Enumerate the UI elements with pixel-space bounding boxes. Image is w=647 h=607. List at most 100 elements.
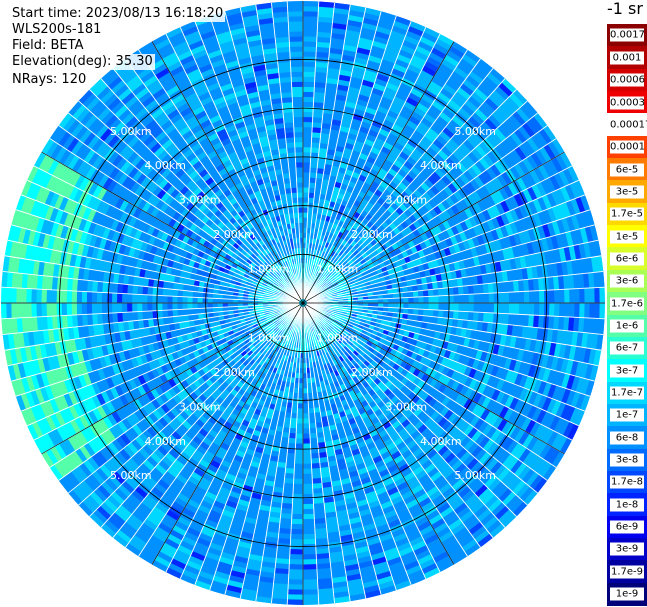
range-bin-cell xyxy=(302,413,310,420)
range-bin-cell xyxy=(579,302,586,319)
range-bin-cell xyxy=(302,66,316,73)
range-bin-cell xyxy=(549,289,555,304)
range-bin-cell xyxy=(433,295,440,304)
range-bin-cell xyxy=(308,192,315,199)
range-bin-cell xyxy=(488,292,495,304)
range-bin-cell xyxy=(302,403,309,409)
range-bin-cell xyxy=(437,287,445,297)
range-bin-cell xyxy=(293,473,304,480)
range-bin-cell xyxy=(289,422,297,429)
range-bin-cell xyxy=(432,288,439,297)
range-bin-cell xyxy=(569,288,576,304)
range-bin-cell xyxy=(598,318,605,335)
range-bin-cell xyxy=(309,161,319,169)
range-bin-cell xyxy=(544,302,550,317)
range-bin-cell xyxy=(309,427,317,434)
range-bin-cell xyxy=(302,156,311,163)
range-bin-cell xyxy=(297,403,304,409)
range-bin-cell xyxy=(498,302,505,314)
range-bin-cell xyxy=(302,453,312,460)
range-bin-cell xyxy=(302,523,316,530)
range-bin-cell xyxy=(438,295,445,304)
range-bin-cell xyxy=(544,289,550,304)
range-bin-cell xyxy=(318,598,335,605)
range-bin-cell xyxy=(423,302,430,310)
range-bin-cell xyxy=(457,285,465,296)
range-bin-cell xyxy=(302,181,310,188)
range-bin-cell xyxy=(308,412,316,419)
range-bin-cell xyxy=(302,549,317,555)
range-bin-cell xyxy=(302,186,310,193)
range-bin-cell xyxy=(302,86,315,93)
range-bin-cell xyxy=(302,388,309,394)
range-bin-cell xyxy=(294,453,304,460)
range-bin-cell xyxy=(296,408,304,414)
range-bin-cell xyxy=(302,121,313,128)
range-bin-cell xyxy=(302,493,314,500)
range-bin-cell xyxy=(290,538,304,545)
range-bin-cell xyxy=(287,437,297,445)
range-bin-cell xyxy=(423,296,430,304)
range-bin-cell xyxy=(291,513,304,520)
range-bin-cell xyxy=(412,290,419,298)
range-bin-cell xyxy=(302,126,313,133)
range-bin-cell xyxy=(302,559,317,565)
range-bin-cell xyxy=(302,202,309,208)
range-bin-cell xyxy=(302,554,317,560)
range-bin-cell xyxy=(518,302,525,315)
range-bin-cell xyxy=(398,297,404,304)
range-bin-cell xyxy=(302,408,310,414)
range-bin-cell xyxy=(302,569,318,576)
range-bin-cell xyxy=(533,290,540,304)
range-bin-cell xyxy=(292,483,304,490)
range-bin-cell xyxy=(302,35,318,42)
range-bin-cell xyxy=(302,56,317,62)
range-bin-cell xyxy=(302,51,317,57)
range-bin-cell xyxy=(287,594,304,601)
range-bin-cell xyxy=(432,309,439,318)
range-bin-cell xyxy=(493,292,500,304)
range-bin-cell xyxy=(457,310,465,321)
range-bin-cell xyxy=(311,136,321,144)
range-bin-cell xyxy=(478,293,485,304)
range-bin-cell xyxy=(398,302,404,309)
range-bin-cell xyxy=(418,302,425,310)
range-bin-cell xyxy=(287,589,304,596)
range-bin-cell xyxy=(302,71,316,78)
range-bin-cell xyxy=(310,156,319,164)
range-bin-cell xyxy=(503,291,510,304)
range-bin-cell xyxy=(302,116,314,123)
range-bin-cell xyxy=(292,488,304,495)
range-bin-cell xyxy=(302,564,318,571)
range-bin-cell xyxy=(508,302,515,315)
range-bin-cell xyxy=(483,292,490,304)
range-bin-cell xyxy=(309,432,318,439)
range-bin-cell xyxy=(443,302,450,311)
range-bin-cell xyxy=(589,302,596,319)
range-bin-cell xyxy=(302,5,319,12)
range-bin-cell xyxy=(584,287,591,304)
range-bin-cell xyxy=(599,302,605,320)
range-bin-cell xyxy=(388,302,394,309)
range-bin-cell xyxy=(523,302,530,316)
range-bin-cell xyxy=(302,488,314,495)
range-bin-cell xyxy=(302,533,316,540)
range-bin-cell xyxy=(413,296,420,304)
range-bin-cell xyxy=(302,398,309,404)
range-bin-cell xyxy=(291,518,304,525)
range-bin-cell xyxy=(289,549,304,555)
range-bin-cell xyxy=(289,554,304,560)
range-bin-cell xyxy=(309,177,317,184)
range-bin-cell xyxy=(302,176,310,183)
range-bin-cell xyxy=(453,294,460,304)
range-bin-cell xyxy=(302,41,317,47)
range-bin-cell xyxy=(295,443,304,450)
range-bin-cell xyxy=(291,407,298,414)
start-time-label: Start time: 2023/08/13 16:18:20 xyxy=(10,6,226,22)
range-bin-cell xyxy=(468,302,475,313)
range-bin-cell xyxy=(294,463,304,470)
range-bin-cell xyxy=(290,523,304,530)
range-bin-cell xyxy=(448,302,455,312)
range-bin-cell xyxy=(302,106,314,113)
range-bin-cell xyxy=(403,302,409,309)
